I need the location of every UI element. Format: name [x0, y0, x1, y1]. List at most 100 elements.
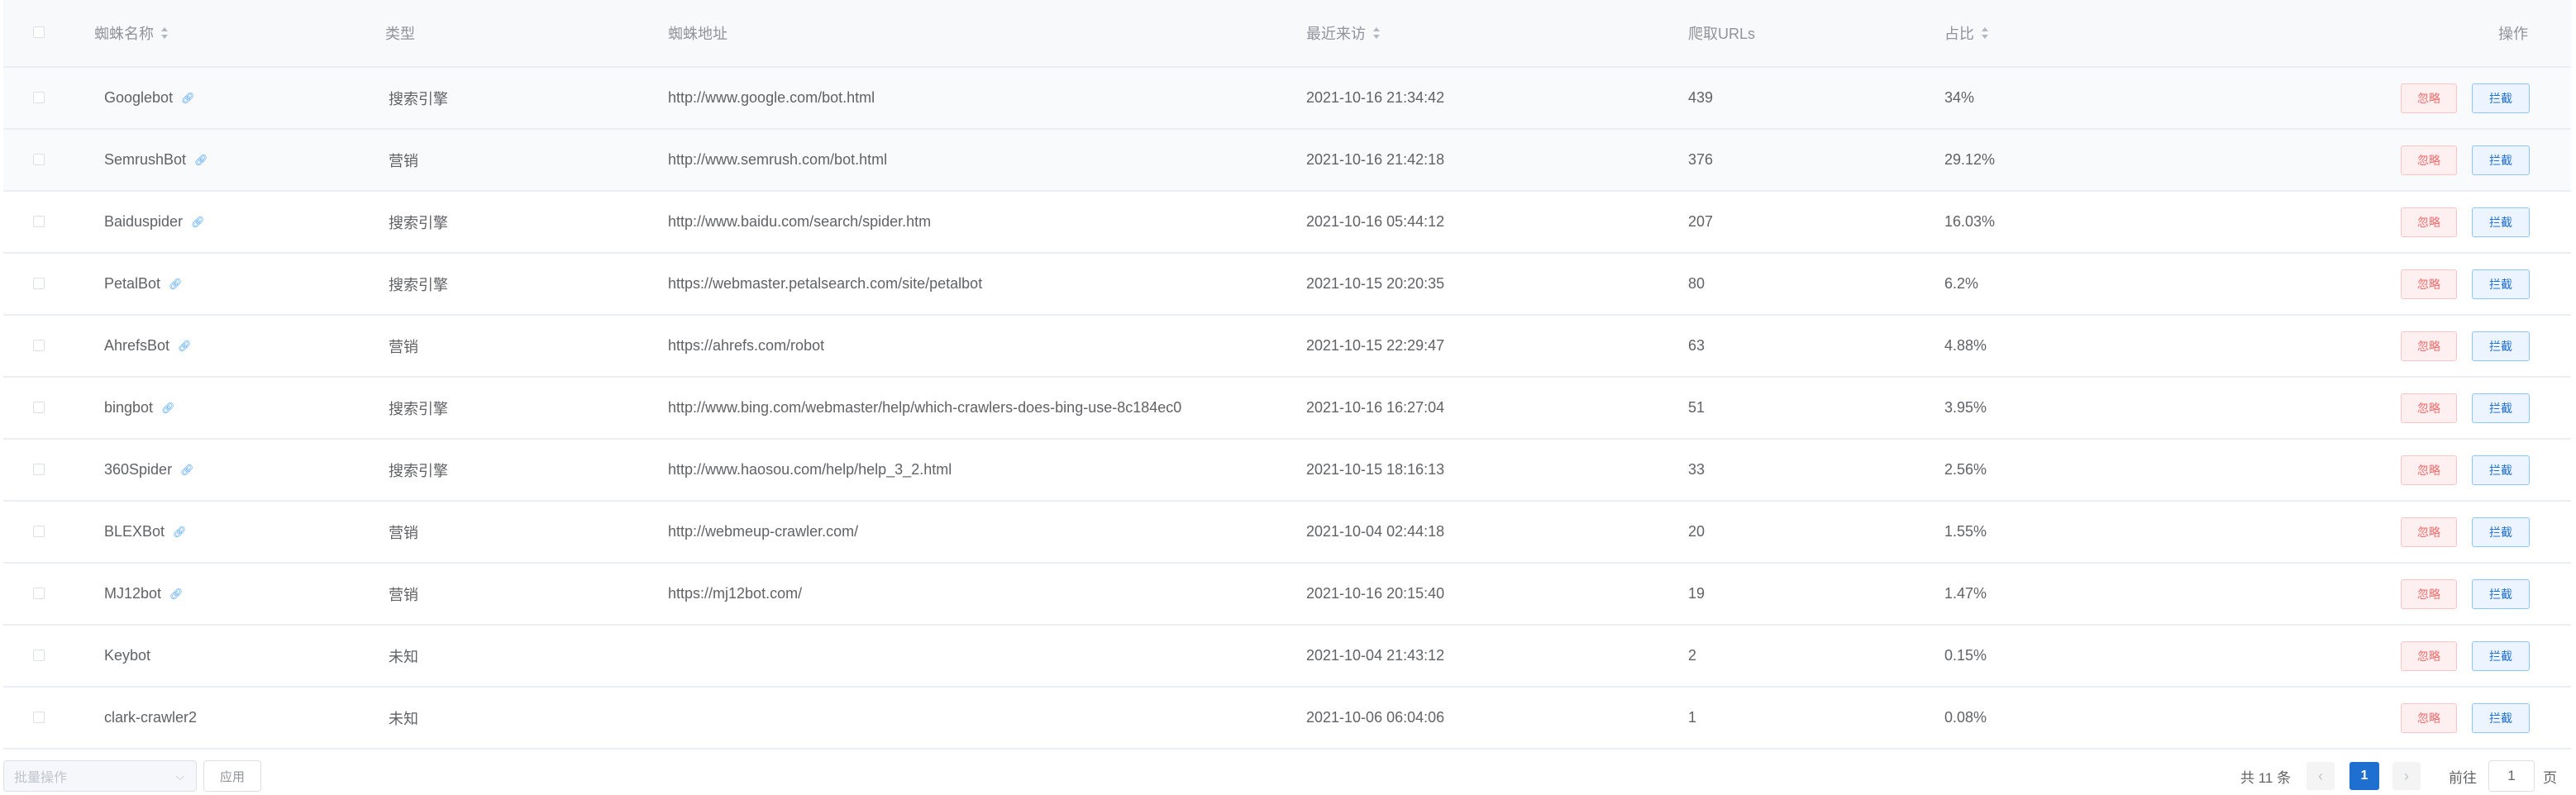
link-icon[interactable]: 🔗︎: [169, 278, 183, 289]
column-header-urls: 爬取URLs: [1688, 26, 1756, 42]
table-row: Baiduspider 🔗︎ 搜索引擎 http://www.baidu.com/se…: [3, 192, 2571, 254]
table-footer: 批量操作 ⌵ 应用 共 11 条 ‹ 1 › 前往 1 页: [0, 760, 2576, 793]
row-checkbox[interactable]: [33, 91, 45, 103]
table-body: Googlebot 🔗︎ 搜索引擎 http://www.google.com/bot…: [3, 68, 2571, 750]
ignore-button[interactable]: 忽略: [2401, 269, 2457, 299]
spider-name-cell: BLEXBot 🔗︎: [104, 502, 187, 562]
spider-name-cell: Keybot: [104, 626, 150, 686]
spider-type: 搜索引擎: [389, 214, 448, 231]
spider-address: http://webmeup-crawler.com/: [668, 523, 859, 540]
page-number-current[interactable]: 1: [2349, 762, 2379, 790]
ignore-button[interactable]: 忽略: [2401, 207, 2457, 237]
block-button[interactable]: 拦截: [2472, 145, 2530, 175]
block-button[interactable]: 拦截: [2472, 83, 2530, 113]
spider-name: PetalBot: [104, 275, 161, 292]
apply-button[interactable]: 应用: [203, 760, 261, 792]
spider-table: 蜘蛛名称 类型 蜘蛛地址 最近来访 爬取URLs 占比 操作 Googlebot…: [3, 0, 2571, 750]
sort-caret-icon[interactable]: [1372, 27, 1381, 39]
row-checkbox[interactable]: [33, 277, 45, 289]
table-row: Keybot 未知 2021-10-04 21:43:12 2 0.15% 忽略 拦截: [3, 626, 2571, 688]
chevron-right-icon: ›: [2404, 767, 2409, 784]
block-button[interactable]: 拦截: [2472, 640, 2530, 671]
row-checkbox[interactable]: [33, 401, 45, 413]
prev-page-button[interactable]: ‹: [2306, 762, 2335, 790]
block-button[interactable]: 拦截: [2472, 331, 2530, 361]
row-checkbox[interactable]: [33, 339, 45, 351]
spider-name-cell: Googlebot 🔗︎: [104, 68, 195, 128]
crawled-urls-count: 207: [1688, 213, 1714, 230]
next-page-button[interactable]: ›: [2392, 762, 2421, 790]
goto-label-prefix: 前往: [2449, 769, 2477, 786]
row-checkbox[interactable]: [33, 649, 45, 661]
ignore-button[interactable]: 忽略: [2401, 145, 2457, 175]
ignore-button[interactable]: 忽略: [2401, 393, 2457, 423]
block-button[interactable]: 拦截: [2472, 517, 2530, 547]
column-header-address: 蜘蛛地址: [668, 26, 727, 42]
spider-address: http://www.haosou.com/help/help_3_2.html: [668, 461, 952, 478]
crawled-urls-count: 51: [1688, 399, 1705, 416]
ignore-button[interactable]: 忽略: [2401, 455, 2457, 485]
spider-name: Baiduspider: [104, 213, 184, 230]
row-checkbox[interactable]: [33, 711, 45, 723]
ratio-value: 2.56%: [1944, 461, 1987, 478]
last-visit-time: 2021-10-16 20:15:40: [1306, 585, 1445, 602]
block-button[interactable]: 拦截: [2472, 578, 2530, 609]
spider-type: 搜索引擎: [389, 400, 448, 417]
block-button[interactable]: 拦截: [2472, 207, 2530, 237]
block-button[interactable]: 拦截: [2472, 269, 2530, 299]
crawled-urls-count: 2: [1688, 647, 1697, 664]
select-all-checkbox[interactable]: [33, 26, 45, 38]
spider-address: https://mj12bot.com/: [668, 585, 803, 602]
spider-name: Googlebot: [104, 89, 174, 106]
column-header-ratio[interactable]: 占比: [1944, 0, 1989, 66]
link-icon[interactable]: 🔗︎: [178, 340, 192, 351]
link-icon[interactable]: 🔗︎: [180, 464, 194, 475]
goto-label-suffix: 页: [2543, 769, 2557, 786]
block-button[interactable]: 拦截: [2472, 393, 2530, 423]
ignore-button[interactable]: 忽略: [2401, 83, 2457, 113]
ignore-button[interactable]: 忽略: [2401, 517, 2457, 547]
last-visit-time: 2021-10-06 06:04:06: [1306, 709, 1445, 726]
ratio-value: 3.95%: [1944, 399, 1987, 416]
link-icon[interactable]: 🔗︎: [191, 217, 205, 227]
spider-name-cell: clark-crawler2: [104, 688, 197, 748]
crawled-urls-count: 20: [1688, 523, 1705, 540]
pagination-total: 共 11 条: [2240, 769, 2292, 786]
block-button[interactable]: 拦截: [2472, 455, 2530, 485]
spider-type: 营销: [389, 338, 418, 355]
column-header-name[interactable]: 蜘蛛名称: [94, 0, 169, 66]
spider-name: SemrushBot: [104, 151, 187, 168]
row-checkbox[interactable]: [33, 587, 45, 599]
block-button[interactable]: 拦截: [2472, 702, 2530, 733]
table-row: 360Spider 🔗︎ 搜索引擎 http://www.haosou.com/hel…: [3, 440, 2571, 502]
ratio-value: 0.08%: [1944, 709, 1987, 726]
link-icon[interactable]: 🔗︎: [173, 526, 187, 537]
spider-name: clark-crawler2: [104, 709, 198, 726]
ignore-button[interactable]: 忽略: [2401, 331, 2457, 361]
row-checkbox[interactable]: [33, 525, 45, 537]
ratio-value: 34%: [1944, 89, 1975, 106]
spider-type: 未知: [389, 710, 418, 727]
crawled-urls-count: 1: [1688, 709, 1697, 726]
row-checkbox[interactable]: [33, 153, 45, 165]
table-row: MJ12bot 🔗︎ 营销 https://mj12bot.com/2021-10-1…: [3, 564, 2571, 626]
spider-name-cell: SemrushBot 🔗︎: [104, 130, 208, 190]
goto-page-input[interactable]: 1: [2488, 760, 2535, 792]
row-checkbox[interactable]: [33, 463, 45, 475]
column-header-type: 类型: [385, 26, 415, 42]
last-visit-time: 2021-10-15 22:29:47: [1306, 337, 1445, 354]
ratio-value: 1.55%: [1944, 523, 1987, 540]
link-icon[interactable]: 🔗︎: [169, 588, 184, 599]
ignore-button[interactable]: 忽略: [2401, 702, 2457, 733]
link-icon[interactable]: 🔗︎: [194, 155, 208, 165]
sort-caret-icon[interactable]: [1981, 27, 1989, 39]
column-header-last-visit[interactable]: 最近来访: [1306, 0, 1381, 66]
spider-type: 营销: [389, 586, 418, 603]
link-icon[interactable]: 🔗︎: [181, 93, 195, 103]
ignore-button[interactable]: 忽略: [2401, 640, 2457, 671]
row-checkbox[interactable]: [33, 215, 45, 227]
link-icon[interactable]: 🔗︎: [161, 402, 175, 413]
batch-action-select[interactable]: 批量操作 ⌵: [3, 760, 197, 792]
sort-caret-icon[interactable]: [160, 27, 169, 39]
ignore-button[interactable]: 忽略: [2401, 578, 2457, 609]
